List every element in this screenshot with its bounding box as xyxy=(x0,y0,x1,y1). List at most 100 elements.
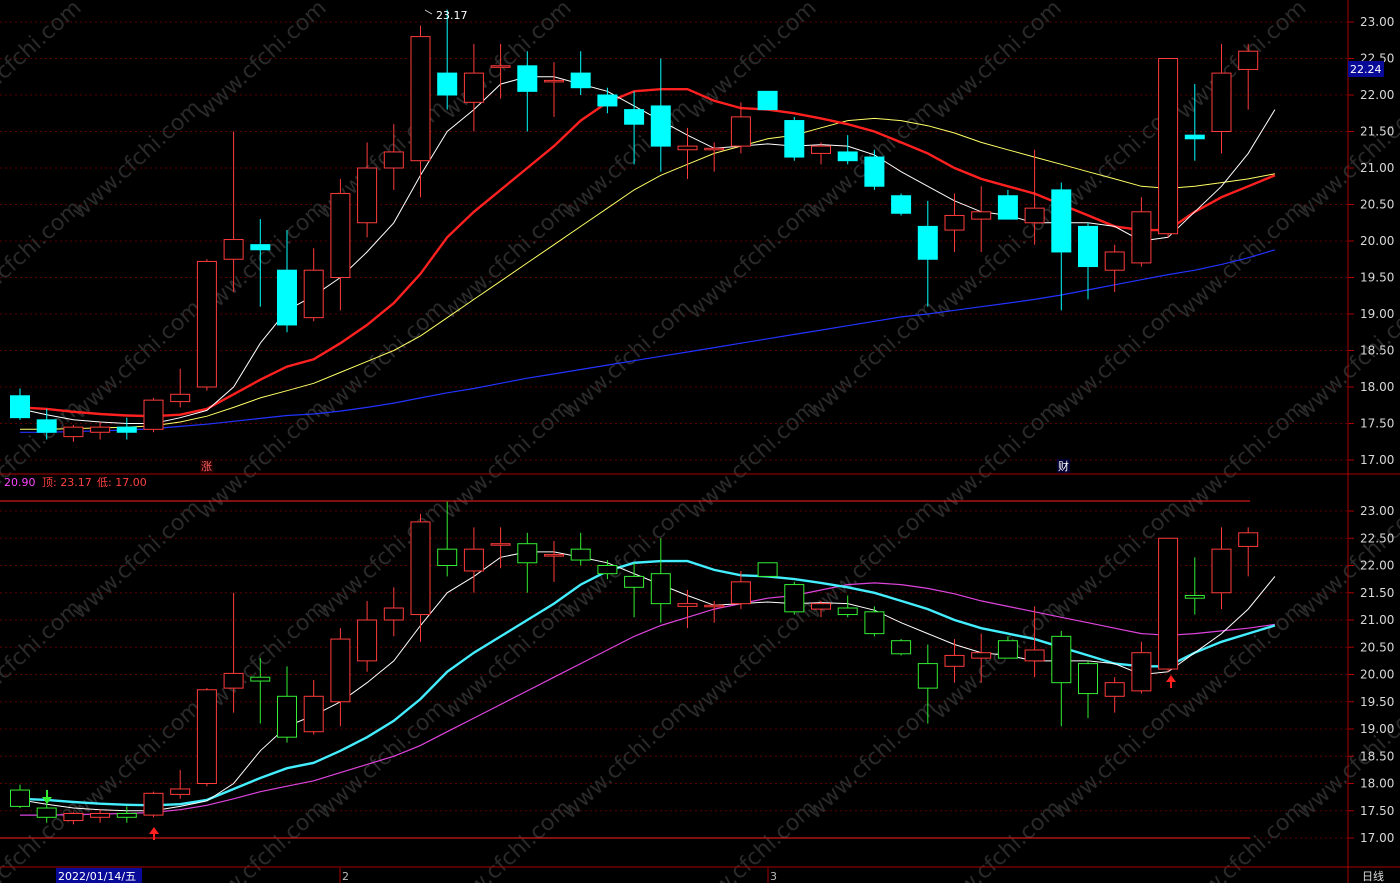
candle-up[interactable] xyxy=(463,72,484,103)
candle-down[interactable] xyxy=(250,676,271,682)
candle-up[interactable] xyxy=(383,151,404,169)
candle-down[interactable] xyxy=(1078,663,1098,695)
candle-down[interactable] xyxy=(116,812,137,818)
candle-up[interactable] xyxy=(223,672,244,689)
candle-down[interactable] xyxy=(1078,225,1098,268)
candle-down[interactable] xyxy=(1184,134,1205,140)
candle-down[interactable] xyxy=(650,573,671,605)
candle-up[interactable] xyxy=(944,214,965,231)
candle-down[interactable] xyxy=(517,543,538,564)
candle-down[interactable] xyxy=(837,151,858,162)
candle-up[interactable] xyxy=(1104,251,1125,271)
candle-down[interactable] xyxy=(277,695,297,738)
candle-up[interactable] xyxy=(704,147,725,151)
candle-up[interactable] xyxy=(223,239,244,260)
candle-up[interactable] xyxy=(170,788,191,795)
candle-down[interactable] xyxy=(116,426,137,433)
candle-down[interactable] xyxy=(650,105,671,147)
candle-down[interactable] xyxy=(864,611,885,635)
candle-up[interactable] xyxy=(303,269,324,319)
candle-down[interactable] xyxy=(597,565,618,575)
stock-chart[interactable]: www.cfchi.com www.cfchi.com www.cfchi.com w… xyxy=(0,0,1400,883)
candle-up[interactable] xyxy=(490,65,511,68)
candle-down[interactable] xyxy=(624,575,645,588)
candle-up[interactable] xyxy=(383,607,404,621)
candle-down[interactable] xyxy=(517,65,538,92)
candle-up[interactable] xyxy=(330,638,351,703)
candle-down[interactable] xyxy=(784,120,805,158)
candle-down[interactable] xyxy=(1184,594,1205,599)
candle-down[interactable] xyxy=(277,269,297,326)
marker-zhang[interactable]: 涨 xyxy=(201,460,212,473)
candle-down[interactable] xyxy=(757,562,778,577)
marker-cai[interactable]: 财 xyxy=(1058,459,1069,473)
candle-down[interactable] xyxy=(250,244,271,251)
candle-up[interactable] xyxy=(196,260,217,388)
candle-down[interactable] xyxy=(917,225,938,260)
candle-up[interactable] xyxy=(410,521,431,616)
candle-down[interactable] xyxy=(570,548,591,561)
candle-up[interactable] xyxy=(1104,682,1125,697)
candle-up[interactable] xyxy=(1131,211,1152,264)
candle-up[interactable] xyxy=(677,145,698,151)
candle-up[interactable] xyxy=(944,654,965,667)
candle-up[interactable] xyxy=(410,36,431,162)
candle-down[interactable] xyxy=(10,395,30,419)
period-label[interactable]: 日线 xyxy=(1362,869,1384,883)
candle-up[interactable] xyxy=(811,603,831,610)
candle-down[interactable] xyxy=(757,90,778,111)
candle-up[interactable] xyxy=(1238,532,1259,547)
candle-up[interactable] xyxy=(730,116,751,147)
candle-down[interactable] xyxy=(891,195,912,214)
candle-up[interactable] xyxy=(1211,548,1232,594)
candle-up[interactable] xyxy=(704,604,725,608)
candle-down[interactable] xyxy=(997,195,1018,220)
candle-down[interactable] xyxy=(36,419,57,433)
candle-up[interactable] xyxy=(303,695,324,733)
candle-up[interactable] xyxy=(1238,50,1259,70)
candle-up[interactable] xyxy=(170,393,191,403)
candle-up[interactable] xyxy=(63,812,84,822)
candle-up[interactable] xyxy=(811,145,831,154)
candle-down[interactable] xyxy=(1051,635,1072,684)
candle-down[interactable] xyxy=(891,640,912,655)
candle-down[interactable] xyxy=(36,807,57,818)
candle-up[interactable] xyxy=(463,548,484,572)
candle-up[interactable] xyxy=(357,619,378,662)
price-tick-label: 22.00 xyxy=(1360,88,1394,102)
candle-up[interactable] xyxy=(330,193,351,278)
candle-up[interactable] xyxy=(90,426,111,433)
candle-up[interactable] xyxy=(1158,58,1179,235)
candle-down[interactable] xyxy=(864,156,885,187)
date-label[interactable]: 2022/01/14/五 xyxy=(58,870,136,883)
candle-up[interactable] xyxy=(90,812,111,818)
candle-up[interactable] xyxy=(63,426,84,438)
candle-up[interactable] xyxy=(971,211,992,220)
candle-up[interactable] xyxy=(1024,649,1045,662)
candle-down[interactable] xyxy=(624,109,645,125)
candle-down[interactable] xyxy=(437,548,458,567)
candle-down[interactable] xyxy=(597,94,618,107)
candle-down[interactable] xyxy=(437,72,458,96)
candle-down[interactable] xyxy=(784,584,805,613)
candle-down[interactable] xyxy=(997,640,1018,659)
candle-down[interactable] xyxy=(10,789,30,807)
candle-down[interactable] xyxy=(837,607,858,616)
candle-up[interactable] xyxy=(677,603,698,607)
candle-up[interactable] xyxy=(971,652,992,659)
candle-up[interactable] xyxy=(490,543,511,546)
candle-up[interactable] xyxy=(357,167,378,224)
candle-up[interactable] xyxy=(143,792,164,816)
candle-up[interactable] xyxy=(544,79,564,83)
candle-up[interactable] xyxy=(544,554,564,557)
candle-up[interactable] xyxy=(1024,207,1045,224)
candle-up[interactable] xyxy=(196,689,217,785)
candle-up[interactable] xyxy=(1211,72,1232,132)
candle-up[interactable] xyxy=(730,581,751,605)
candle-down[interactable] xyxy=(1051,189,1072,253)
candle-up[interactable] xyxy=(143,399,164,430)
candle-up[interactable] xyxy=(1131,652,1152,692)
candle-down[interactable] xyxy=(917,663,938,689)
candle-up[interactable] xyxy=(1158,537,1179,670)
candle-down[interactable] xyxy=(570,72,591,89)
